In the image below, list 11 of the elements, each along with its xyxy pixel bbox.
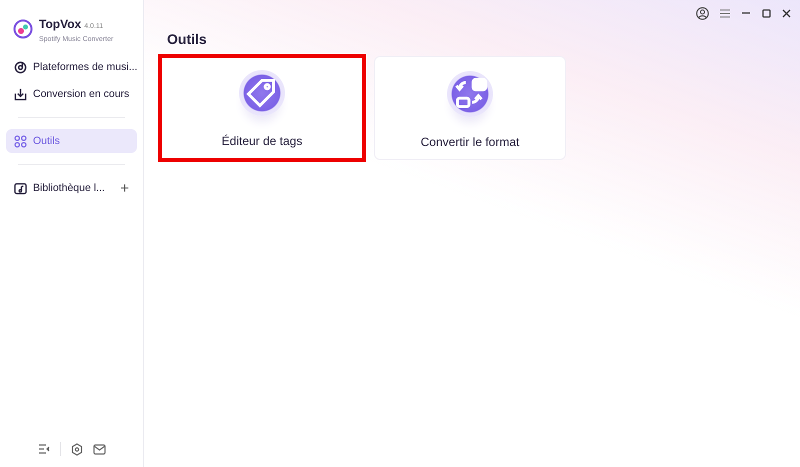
tool-label: Convertir le format [420,135,520,149]
tool-card[interactable]: Éditeur de tags [158,54,366,162]
sidebar-item[interactable]: Conversion en cours [6,82,137,106]
tool-label: Éditeur de tags [222,134,302,148]
sidebar-item[interactable]: Plateformes de musi... [6,55,137,79]
sidebar-item[interactable]: Outils [6,129,137,153]
page-title: Outils [167,31,208,47]
sidebar-item[interactable]: Bibliothèque l... + [6,176,137,200]
add-button[interactable]: + [120,180,131,196]
app-name: TopVox [39,17,82,31]
tool-card[interactable]: Convertir le format [374,56,566,160]
